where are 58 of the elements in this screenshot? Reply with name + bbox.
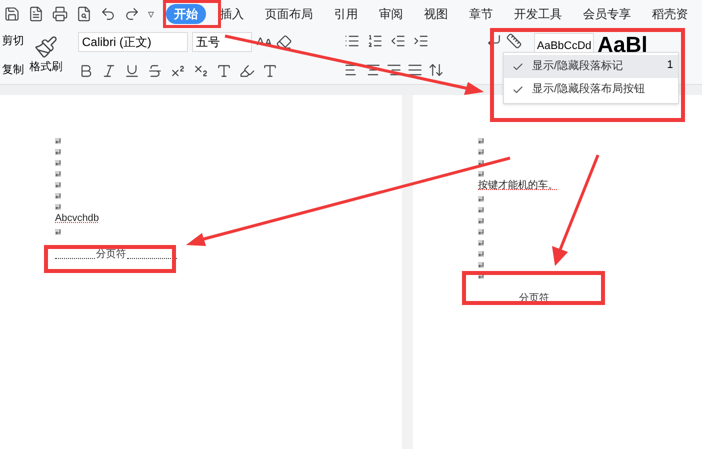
ribbon-tab[interactable]: 插入	[218, 4, 246, 24]
document-text: Abcvchdb	[55, 214, 99, 224]
strikethrough-icon[interactable]	[147, 62, 163, 79]
highlight-frame	[163, 0, 221, 28]
ribbon-tab[interactable]: 稻壳资	[650, 4, 690, 24]
ribbon-tab[interactable]: 会员专享	[581, 4, 633, 24]
paragraph-mark-icon	[55, 138, 61, 144]
paragraph-mark-icon	[478, 240, 484, 246]
font-name-field[interactable]: Calibri (正文)	[78, 32, 188, 52]
paragraph-mark-icon	[55, 148, 61, 154]
line-spacing-icon[interactable]	[428, 62, 444, 78]
underline-icon[interactable]	[124, 62, 140, 79]
paragraph-mark-icon	[478, 228, 484, 234]
preview-icon[interactable]	[76, 6, 92, 22]
more-button[interactable]: ▿	[148, 4, 154, 22]
page-break-label: 分页符	[95, 250, 127, 260]
paragraph-mark-icon	[55, 170, 61, 176]
document-text: 按键才能机的车。	[478, 181, 558, 191]
paragraph-mark-icon	[478, 206, 484, 212]
paragraph-mark-icon	[478, 196, 484, 202]
eraser-icon[interactable]	[276, 34, 292, 50]
paragraph-mark-icon	[55, 182, 61, 188]
ribbon-tab[interactable]: 引用	[332, 4, 360, 24]
ribbon-tab[interactable]: 视图	[422, 4, 450, 24]
document-icon[interactable]	[28, 6, 44, 22]
undo-icon[interactable]	[100, 6, 116, 22]
font-size-field[interactable]: 五号	[192, 32, 252, 52]
ribbon-tab[interactable]: 开发工具	[512, 4, 564, 24]
print-icon[interactable]	[52, 6, 68, 22]
paragraph-mark-icon	[55, 204, 61, 210]
save-icon[interactable]	[4, 6, 20, 22]
paragraph-mark-icon	[478, 250, 484, 256]
check-icon	[512, 84, 524, 96]
format-painter-button[interactable]: 格式刷	[26, 27, 66, 84]
italic-icon[interactable]	[101, 62, 117, 79]
ribbon-tab[interactable]: 审阅	[377, 4, 405, 24]
cut-label[interactable]: 剪切	[2, 33, 26, 50]
brush-icon	[34, 35, 58, 60]
ruler-icon[interactable]	[506, 33, 522, 49]
paragraph-mark-icon	[55, 160, 61, 166]
redo-icon[interactable]	[124, 6, 140, 22]
paragraph-mark-icon	[55, 192, 61, 198]
paragraph-mark-icon	[478, 170, 484, 176]
text-effect-icon[interactable]	[216, 62, 232, 79]
numbered-list-icon[interactable]	[367, 33, 383, 50]
paragraph-mark-icon	[478, 148, 484, 154]
ribbon-tab[interactable]: 页面布局	[263, 4, 315, 24]
ribbon-tab[interactable]: 章节	[467, 4, 495, 24]
style-label: 1	[667, 58, 674, 73]
menu-item[interactable]: 显示/隐藏段落布局按钮	[504, 78, 678, 101]
paragraph-mark-icon	[478, 262, 484, 268]
paragraph-mark-icon	[478, 218, 484, 224]
font-color-icon[interactable]	[262, 62, 278, 79]
paragraph-mark-icon	[478, 138, 484, 144]
copy-label[interactable]: 复制	[2, 62, 26, 78]
check-icon	[512, 60, 524, 72]
highlighter-icon[interactable]	[239, 62, 255, 79]
paragraph-mark-icon	[55, 228, 61, 234]
